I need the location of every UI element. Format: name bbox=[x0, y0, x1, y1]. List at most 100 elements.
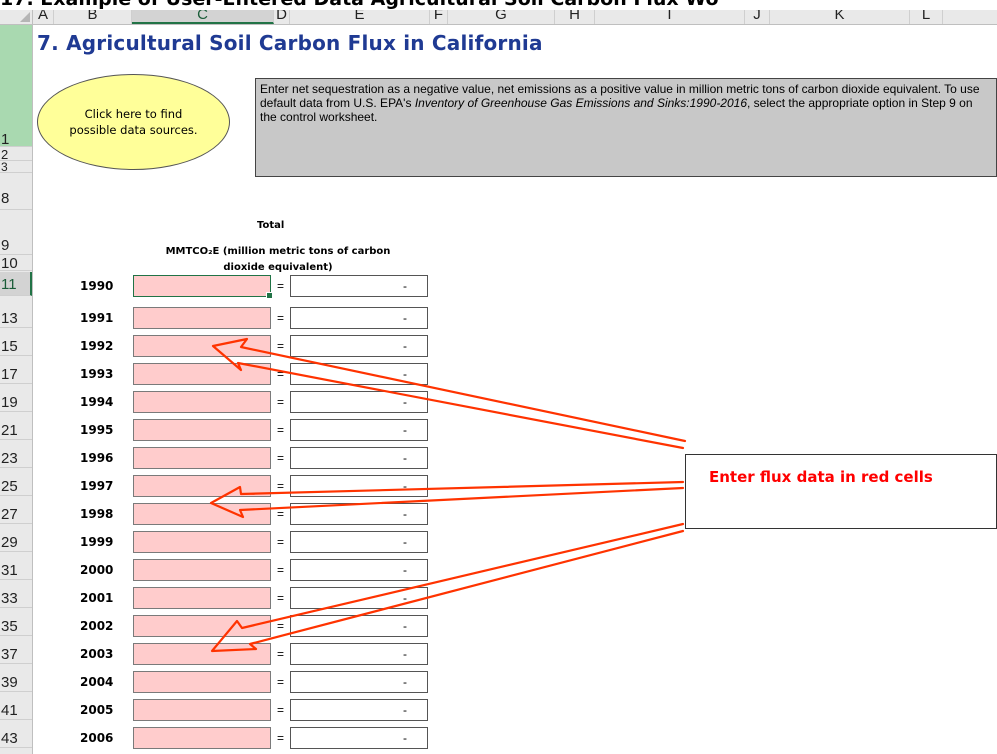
row-header-10[interactable]: 10 bbox=[0, 256, 32, 271]
equals-sign: = bbox=[277, 731, 285, 745]
equals-sign: = bbox=[277, 675, 285, 689]
data-sources-link-text: Click here to find possible data sources… bbox=[69, 107, 198, 137]
row-header-1[interactable]: 1 bbox=[0, 25, 32, 147]
year-label: 1992 bbox=[80, 339, 114, 353]
row-header-3[interactable]: 3 bbox=[0, 161, 32, 173]
equals-sign: = bbox=[277, 535, 285, 549]
flux-output-cell: - bbox=[290, 275, 428, 297]
year-label: 2001 bbox=[80, 591, 114, 605]
row-header-39[interactable]: 39 bbox=[0, 672, 32, 692]
row-header-13[interactable]: 13 bbox=[0, 308, 32, 328]
flux-input-cell[interactable] bbox=[133, 671, 271, 693]
flux-input-cell[interactable] bbox=[133, 447, 271, 469]
year-label: 1998 bbox=[80, 507, 114, 521]
flux-input-cell[interactable] bbox=[133, 615, 271, 637]
equals-sign: = bbox=[277, 591, 285, 605]
row-header-35[interactable]: 35 bbox=[0, 616, 32, 636]
year-label: 2003 bbox=[80, 647, 114, 661]
instructions-box: Enter net sequestration as a negative va… bbox=[255, 78, 997, 177]
flux-output-cell: - bbox=[290, 503, 428, 525]
row-header-25[interactable]: 25 bbox=[0, 476, 32, 496]
flux-output-cell: - bbox=[290, 587, 428, 609]
row-header-23[interactable]: 23 bbox=[0, 448, 32, 468]
units-line-1: MMTCO₂E (million metric tons of carbon bbox=[165, 246, 391, 257]
row-header-9[interactable]: 9 bbox=[0, 211, 32, 255]
flux-input-cell[interactable] bbox=[133, 335, 271, 357]
equals-sign: = bbox=[277, 395, 285, 409]
year-label: 1999 bbox=[80, 535, 114, 549]
equals-sign: = bbox=[277, 311, 285, 325]
year-label: 1993 bbox=[80, 367, 114, 381]
year-label: 2000 bbox=[80, 563, 114, 577]
flux-input-cell[interactable] bbox=[133, 587, 271, 609]
year-label: 1997 bbox=[80, 479, 114, 493]
units-line-2: dioxide equivalent) bbox=[223, 262, 333, 273]
flux-output-cell: - bbox=[290, 335, 428, 357]
flux-output-cell: - bbox=[290, 643, 428, 665]
row-header-41[interactable]: 41 bbox=[0, 700, 32, 720]
units-column-header: MMTCO₂E (million metric tons of carbon d… bbox=[128, 244, 428, 276]
flux-output-cell: - bbox=[290, 559, 428, 581]
row-header-11[interactable]: 11 bbox=[0, 272, 32, 296]
equals-sign: = bbox=[277, 619, 285, 633]
flux-output-cell: - bbox=[290, 615, 428, 637]
row-header-43[interactable]: 43 bbox=[0, 728, 32, 748]
year-label: 1996 bbox=[80, 451, 114, 465]
row-header-15[interactable]: 15 bbox=[0, 336, 32, 356]
equals-sign: = bbox=[277, 479, 285, 493]
flux-input-cell[interactable] bbox=[133, 363, 271, 385]
flux-input-cell[interactable] bbox=[133, 503, 271, 525]
row-header-17[interactable]: 17 bbox=[0, 364, 32, 384]
flux-input-cell[interactable] bbox=[133, 419, 271, 441]
section-title: 7. Agricultural Soil Carbon Flux in Cali… bbox=[37, 31, 543, 55]
equals-sign: = bbox=[277, 423, 285, 437]
flux-input-cell[interactable] bbox=[133, 643, 271, 665]
flux-input-cell[interactable] bbox=[133, 699, 271, 721]
total-column-header: Total bbox=[257, 220, 285, 231]
year-label: 2004 bbox=[80, 675, 114, 689]
equals-sign: = bbox=[277, 507, 285, 521]
year-label: 2002 bbox=[80, 619, 114, 633]
flux-output-cell: - bbox=[290, 363, 428, 385]
row-header-8[interactable]: 8 bbox=[0, 174, 32, 210]
row-header-29[interactable]: 29 bbox=[0, 532, 32, 552]
flux-output-cell: - bbox=[290, 447, 428, 469]
row-header-31[interactable]: 31 bbox=[0, 560, 32, 580]
flux-input-cell[interactable] bbox=[133, 275, 273, 299]
instructions-publication-title: Inventory of Greenhouse Gas Emissions an… bbox=[414, 96, 748, 110]
flux-output-cell: - bbox=[290, 699, 428, 721]
equals-sign: = bbox=[277, 563, 285, 577]
flux-input-cell[interactable] bbox=[133, 727, 271, 749]
flux-input-cell[interactable] bbox=[133, 559, 271, 581]
row-header-bar: 1 2 3 8 9 10 11 13 15 17 19 21 23 25 27 … bbox=[0, 25, 33, 754]
year-label: 1991 bbox=[80, 311, 114, 325]
flux-output-cell: - bbox=[290, 419, 428, 441]
year-label: 2005 bbox=[80, 703, 114, 717]
equals-sign: = bbox=[277, 451, 285, 465]
flux-output-cell: - bbox=[290, 727, 428, 749]
equals-sign: = bbox=[277, 339, 285, 353]
equals-sign: = bbox=[277, 279, 285, 293]
flux-input-cell[interactable] bbox=[133, 391, 271, 413]
equals-sign: = bbox=[277, 647, 285, 661]
equals-sign: = bbox=[277, 703, 285, 717]
flux-input-cell[interactable] bbox=[133, 475, 271, 497]
flux-output-cell: - bbox=[290, 475, 428, 497]
row-header-19[interactable]: 19 bbox=[0, 392, 32, 412]
row-header-33[interactable]: 33 bbox=[0, 588, 32, 608]
flux-output-cell: - bbox=[290, 391, 428, 413]
year-label: 2006 bbox=[80, 731, 114, 745]
flux-output-cell: - bbox=[290, 531, 428, 553]
callout-text: Enter flux data in red cells bbox=[709, 468, 933, 486]
row-header-21[interactable]: 21 bbox=[0, 420, 32, 440]
flux-input-cell[interactable] bbox=[133, 531, 271, 553]
row-header-27[interactable]: 27 bbox=[0, 504, 32, 524]
flux-output-cell: - bbox=[290, 307, 428, 329]
worksheet-grid: 7. Agricultural Soil Carbon Flux in Cali… bbox=[33, 25, 997, 754]
year-label: 1994 bbox=[80, 395, 114, 409]
page-title: 17. Example of User-Entered Data Agricul… bbox=[0, 0, 997, 10]
row-header-37[interactable]: 37 bbox=[0, 644, 32, 664]
flux-input-cell[interactable] bbox=[133, 307, 271, 329]
data-sources-link-bubble[interactable]: Click here to find possible data sources… bbox=[37, 74, 230, 170]
year-label: 1995 bbox=[80, 423, 114, 437]
